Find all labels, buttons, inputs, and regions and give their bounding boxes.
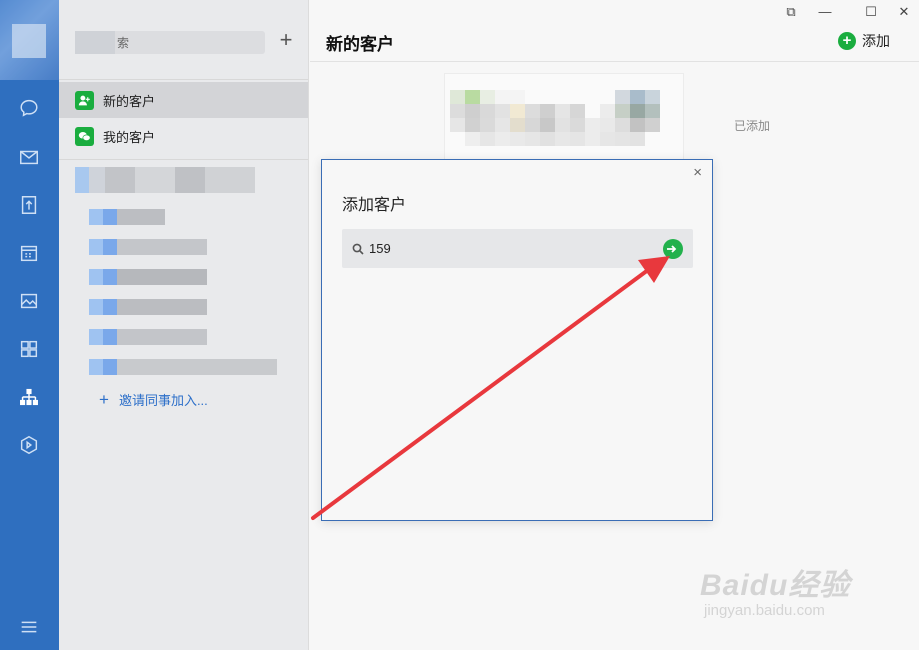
minimize-button[interactable]: — [815, 4, 835, 19]
add-icon: + [838, 32, 856, 50]
org-chart-icon[interactable] [17, 385, 41, 409]
dialog-title: 添加客户 [342, 197, 407, 214]
create-button[interactable]: + [275, 29, 297, 53]
pin-window-icon[interactable]: ⧉ [781, 4, 801, 20]
photo-icon[interactable] [17, 289, 41, 313]
close-dialog-button[interactable]: × [693, 164, 702, 181]
calendar-icon[interactable] [17, 241, 41, 265]
redacted-text [75, 31, 115, 54]
add-label: 添加 [862, 33, 890, 49]
nav-item-new-customers[interactable]: 新的客户 [59, 82, 308, 118]
left-rail [0, 0, 59, 650]
org-member-row[interactable] [89, 239, 207, 255]
sidebar: 索 + 新的客户 我的客户 + 邀请同事加入... [59, 0, 309, 650]
invite-colleagues-link[interactable]: + 邀请同事加入... [99, 390, 208, 409]
apps-grid-icon[interactable] [17, 337, 41, 361]
plus-icon: + [99, 390, 109, 409]
maximize-button[interactable]: ☐ [861, 4, 881, 20]
redacted-customer-card [444, 73, 684, 163]
close-window-button[interactable]: ✕ [894, 4, 914, 20]
baidu-watermark: Baidu经验 jingyan.baidu.com [700, 560, 850, 619]
org-department-row[interactable] [75, 167, 255, 193]
nav-item-label: 我的客户 [103, 129, 156, 145]
org-member-row[interactable] [89, 299, 207, 315]
arrow-right-icon [666, 245, 676, 253]
page-title: 新的客户 [326, 35, 394, 54]
mail-icon[interactable] [17, 145, 41, 169]
add-customer-dialog: × 添加客户 159 [321, 159, 713, 521]
avatar[interactable] [0, 0, 59, 80]
add-contact-icon [75, 90, 94, 110]
divider [59, 159, 308, 160]
redacted-mosaic [450, 90, 675, 146]
wechat-icon [75, 126, 94, 146]
search-submit-button[interactable] [663, 239, 683, 259]
org-member-row[interactable] [89, 269, 207, 285]
search-input[interactable]: 索 [75, 31, 265, 54]
added-status: 已添加 [734, 119, 771, 133]
chat-icon[interactable] [17, 96, 41, 120]
watermark-brand: Baidu经验 [700, 569, 851, 602]
org-member-row[interactable] [89, 209, 165, 225]
docs-icon[interactable] [17, 193, 41, 217]
cube-icon[interactable] [17, 433, 41, 457]
nav-item-my-customers[interactable]: 我的客户 [59, 118, 308, 154]
divider [59, 79, 308, 80]
org-member-row[interactable] [89, 329, 207, 345]
watermark-url: jingyan.baidu.com [704, 602, 825, 619]
search-placeholder: 索 [117, 36, 130, 50]
customer-search-input[interactable]: 159 [342, 229, 693, 268]
invite-label: 邀请同事加入... [118, 393, 208, 408]
add-customer-button[interactable]: + 添加 [838, 31, 890, 51]
menu-icon[interactable] [17, 615, 41, 639]
search-value: 159 [369, 241, 391, 256]
search-icon [352, 243, 364, 255]
org-member-row[interactable] [89, 359, 277, 375]
nav-item-label: 新的客户 [103, 93, 156, 109]
